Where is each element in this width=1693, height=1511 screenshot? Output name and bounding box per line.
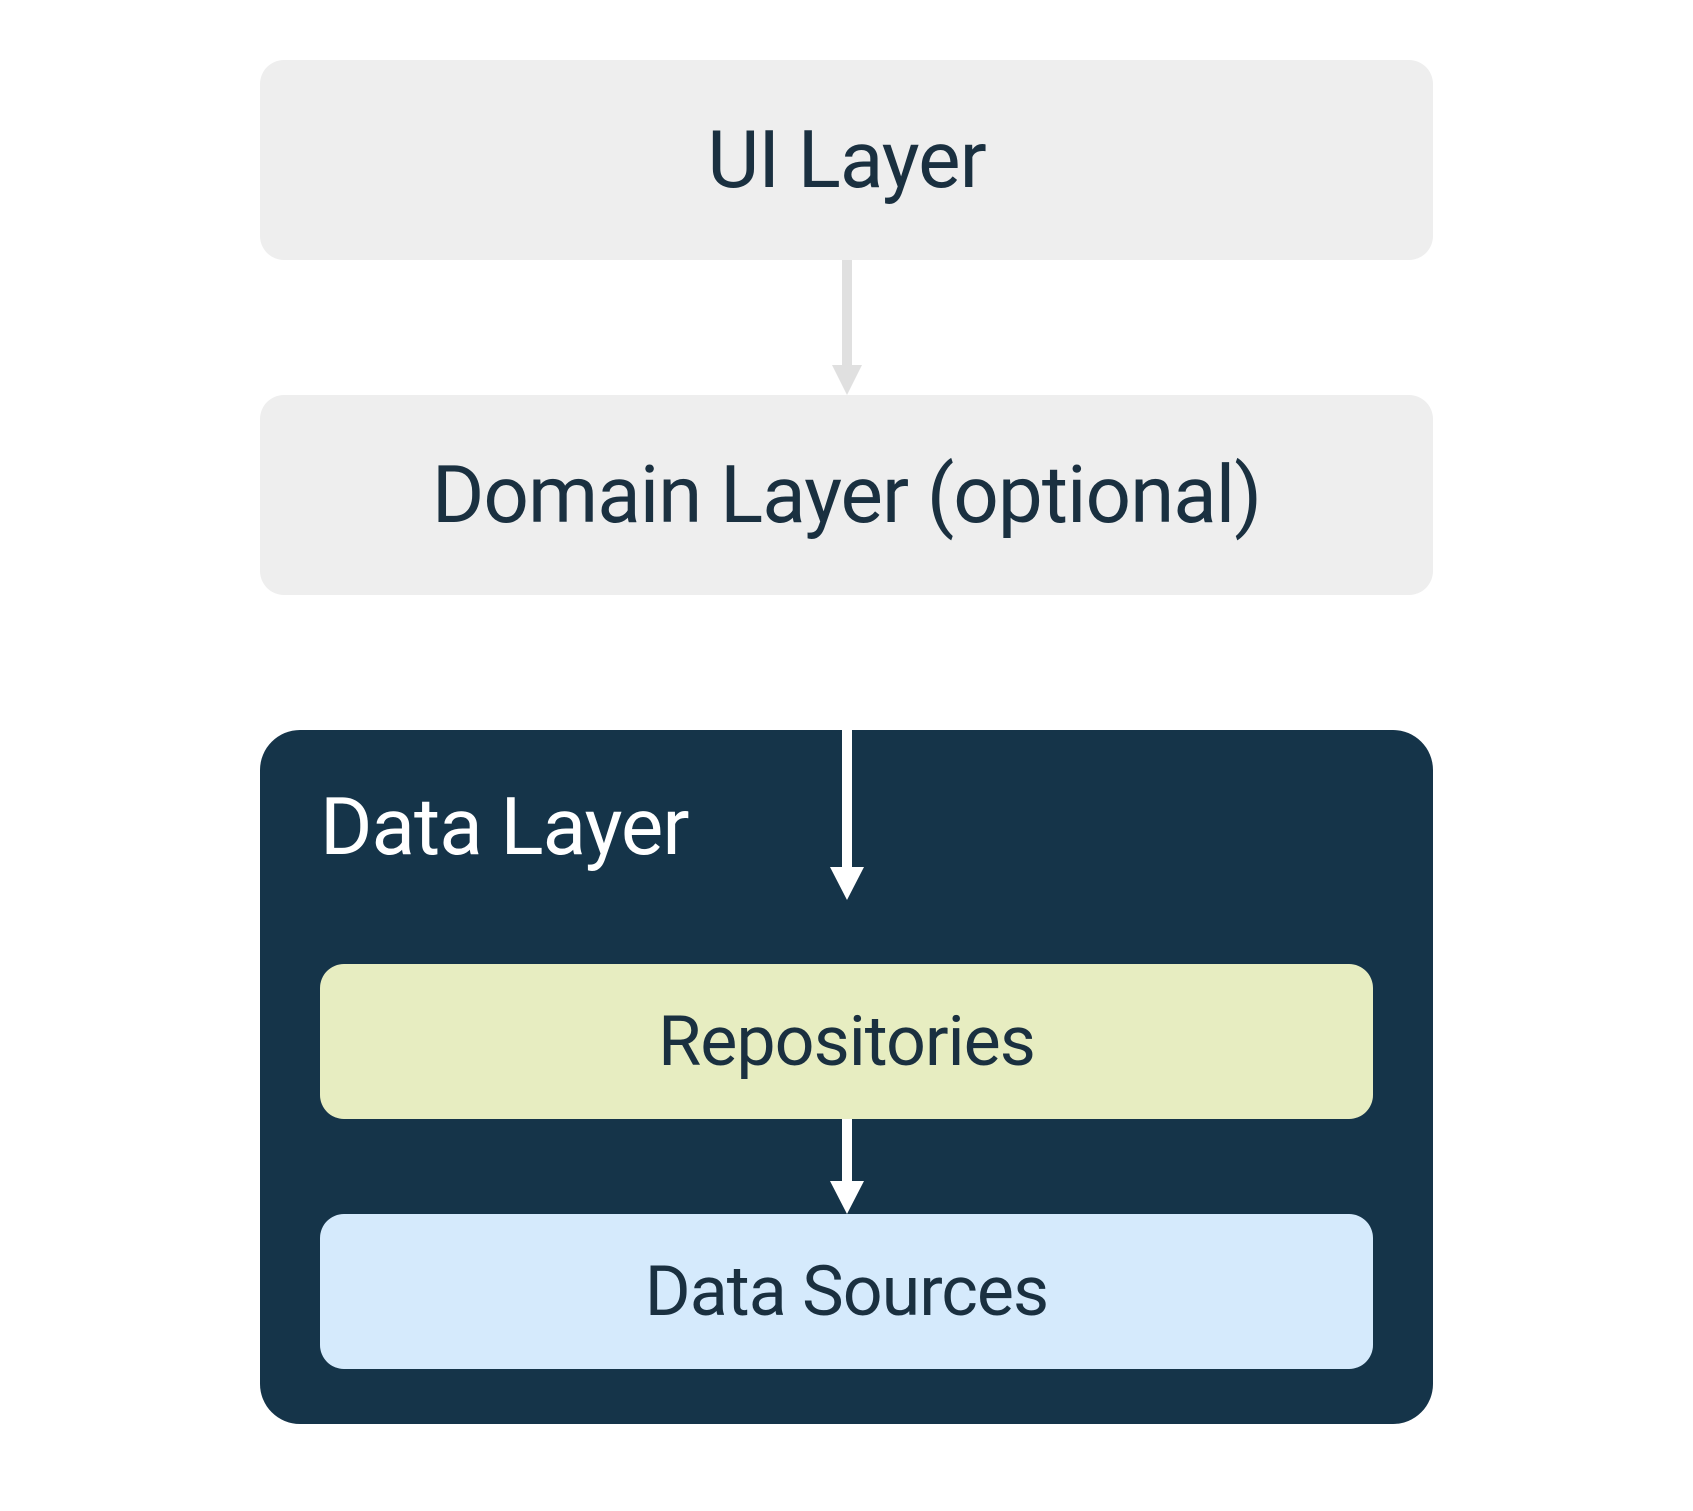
ui-layer-box: UI Layer (260, 60, 1433, 260)
domain-layer-label: Domain Layer (optional) (432, 448, 1261, 542)
domain-layer-box: Domain Layer (optional) (260, 395, 1433, 595)
data-layer-title: Data Layer (320, 780, 688, 874)
arrow-down-icon (827, 595, 867, 900)
arrow-down-icon (827, 1119, 867, 1214)
data-sources-label: Data Sources (645, 1251, 1048, 1333)
arrow-repos-to-sources (320, 1119, 1373, 1214)
spacer (320, 894, 1373, 964)
arrow-down-icon (827, 260, 867, 395)
arrow-ui-to-domain (260, 260, 1433, 395)
ui-layer-label: UI Layer (707, 113, 985, 207)
data-sources-box: Data Sources (320, 1214, 1373, 1369)
repositories-box: Repositories (320, 964, 1373, 1119)
repositories-label: Repositories (658, 1001, 1035, 1083)
